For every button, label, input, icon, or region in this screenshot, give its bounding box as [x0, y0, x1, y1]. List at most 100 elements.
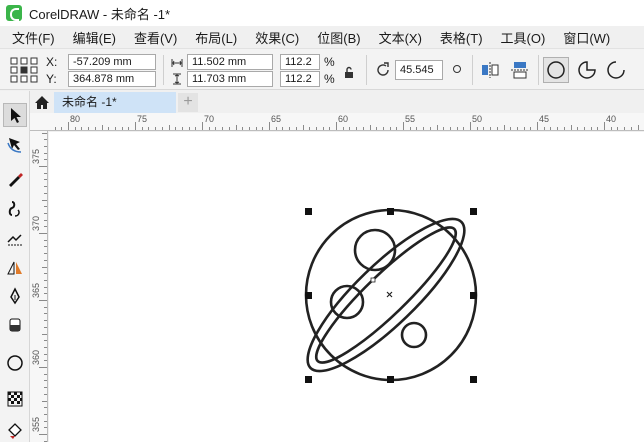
reference-point-icon[interactable]: [10, 57, 38, 83]
menu-effects[interactable]: 效果(C): [246, 28, 308, 47]
ruler-tick: [44, 420, 47, 422]
rotation-field[interactable]: 45.545: [395, 60, 443, 80]
ruler-tick: [637, 125, 639, 130]
menu-table[interactable]: 表格(T): [431, 28, 492, 47]
menu-edit[interactable]: 编辑(E): [64, 28, 125, 47]
percent-x-label: %: [324, 55, 335, 69]
ruler-tick: [44, 186, 47, 188]
ruler-tick: [516, 127, 518, 130]
x-position-field[interactable]: -57.209 mm: [68, 54, 156, 70]
drawing-canvas[interactable]: [49, 132, 644, 442]
ruler-tick: [39, 434, 47, 435]
scale-x-field[interactable]: 112.2: [280, 54, 320, 70]
ruler-tick: [376, 127, 378, 130]
menu-file[interactable]: 文件(F): [0, 28, 64, 47]
menu-bitmaps[interactable]: 位图(B): [308, 28, 369, 47]
crater-small[interactable]: [400, 321, 428, 349]
menu-text[interactable]: 文本(X): [370, 28, 431, 47]
ruler-tick: [369, 125, 371, 130]
ruler-tick: [44, 212, 47, 214]
ruler-tick: [510, 127, 512, 130]
smear-tool[interactable]: [3, 227, 27, 251]
ruler-label: 365: [31, 282, 41, 298]
ruler-tick: [336, 122, 337, 130]
pointer-tool-icon: [11, 108, 21, 123]
ruler-tick: [309, 127, 311, 130]
ruler-tick: [44, 313, 47, 315]
x-label: X:: [46, 55, 58, 69]
ruler-tick: [543, 127, 545, 130]
ruler-tick: [74, 127, 76, 130]
ellipse-icon: [547, 61, 565, 79]
menu-view[interactable]: 查看(V): [125, 28, 186, 47]
home-tab[interactable]: [32, 93, 52, 112]
ruler-tick: [44, 273, 47, 275]
ruler-tick: [604, 122, 605, 130]
ruler-tick: [624, 127, 626, 130]
menu-layout[interactable]: 布局(L): [186, 28, 246, 47]
mirror-horizontal-icon[interactable]: [480, 61, 500, 79]
transparency-tool[interactable]: [3, 387, 27, 411]
shape-tool[interactable]: [3, 132, 27, 156]
ruler-tick: [630, 127, 632, 130]
horizontal-ruler[interactable]: 80 75 70 65 60 55 50 45 40: [30, 113, 644, 131]
ruler-tick: [42, 333, 47, 335]
ruler-tick: [44, 246, 47, 248]
ruler-tick: [409, 127, 411, 130]
ruler-tick: [349, 127, 351, 130]
ruler-tick: [563, 127, 565, 130]
ruler-tick: [44, 427, 47, 429]
ruler-tick: [248, 127, 250, 130]
scale-y-field[interactable]: 112.2: [280, 71, 320, 87]
ruler-tick: [42, 132, 47, 134]
ellipse-tool[interactable]: [3, 351, 27, 375]
ruler-tick: [44, 253, 47, 255]
ruler-tick: [44, 219, 47, 221]
ruler-tick: [175, 127, 177, 130]
ruler-tick: [155, 127, 157, 130]
ruler-tick: [228, 127, 230, 130]
freehand-tool[interactable]: [3, 167, 27, 191]
ruler-tick: [222, 127, 224, 130]
pointer-tool[interactable]: [3, 103, 27, 127]
fill-tool-icon: [8, 423, 22, 439]
pie-icon[interactable]: [575, 58, 599, 82]
artistic-media-tool[interactable]: [3, 197, 27, 221]
width-field[interactable]: 11.502 mm: [187, 54, 273, 70]
eraser-tool[interactable]: [3, 313, 27, 337]
height-field[interactable]: 11.703 mm: [187, 71, 273, 87]
mirror-vertical-icon[interactable]: [510, 61, 530, 79]
menu-tools[interactable]: 工具(O): [492, 28, 555, 47]
mirror-tool[interactable]: [3, 256, 27, 280]
ruler-tick: [235, 125, 237, 130]
ruler-tick: [94, 127, 96, 130]
ruler-tick: [148, 127, 150, 130]
ruler-tick: [44, 259, 47, 261]
pen-tool[interactable]: [3, 284, 27, 308]
y-label: Y:: [46, 72, 57, 86]
ruler-label: 80: [70, 114, 81, 124]
ruler-tick: [262, 127, 264, 130]
ruler-tick: [583, 127, 585, 130]
lock-icon[interactable]: [343, 66, 355, 78]
ruler-tick: [44, 279, 47, 281]
ruler-tick: [44, 139, 47, 141]
y-position-field[interactable]: 364.878 mm: [68, 71, 156, 87]
menu-bar: 文件(F) 编辑(E) 查看(V) 布局(L) 效果(C) 位图(B) 文本(X…: [0, 26, 644, 48]
mirror-tool-icon: [7, 261, 22, 275]
ruler-tick: [429, 127, 431, 130]
ruler-tick: [44, 353, 47, 355]
degree-icon: [453, 65, 461, 73]
add-document-tab[interactable]: +: [178, 93, 198, 112]
planet-drawing[interactable]: [49, 132, 644, 442]
vertical-ruler[interactable]: 375 370 365 360 355: [30, 131, 48, 442]
height-icon: [173, 73, 181, 85]
document-tab[interactable]: 未命名 -1*: [54, 92, 176, 113]
arc-icon[interactable]: [604, 58, 628, 82]
fill-tool[interactable]: [3, 418, 27, 442]
ellipse-mode-button[interactable]: [543, 57, 569, 83]
ruler-tick: [54, 127, 56, 130]
separator: [366, 55, 367, 85]
menu-window[interactable]: 窗口(W): [554, 28, 619, 47]
ruler-tick: [597, 127, 599, 130]
